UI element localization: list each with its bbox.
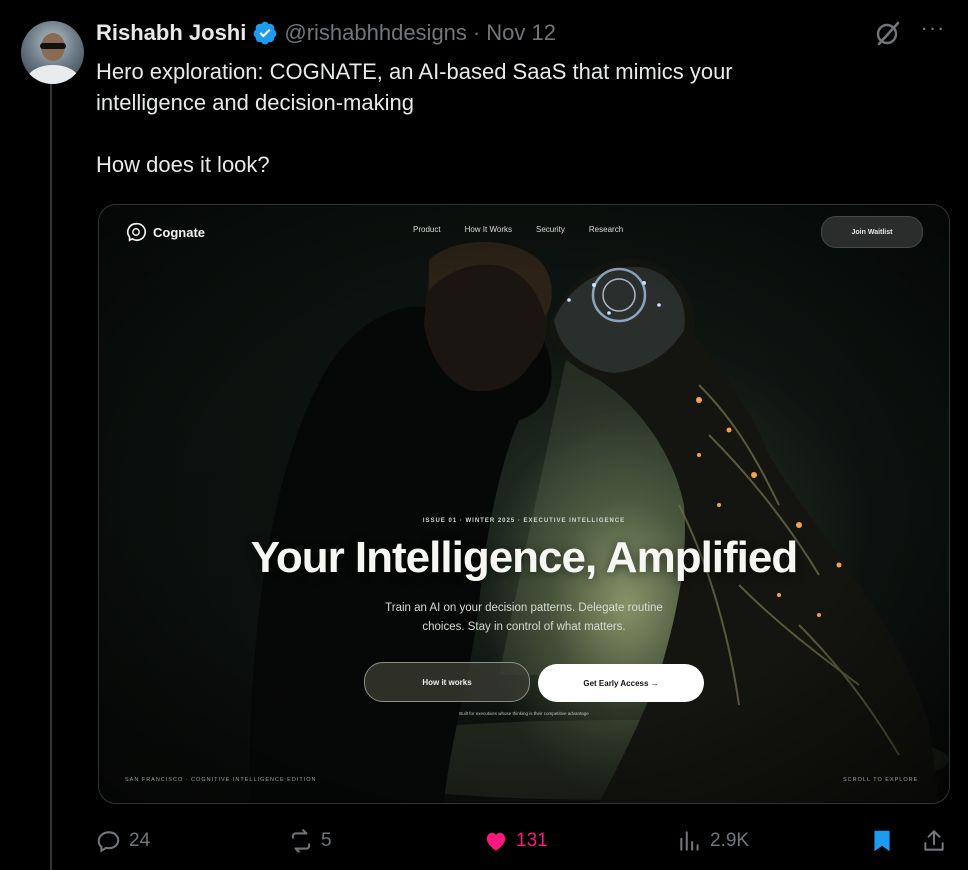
like-icon (486, 832, 506, 851)
footer-location: SAN FRANCISCO · COGNITIVE INTELLIGENCE E… (125, 777, 317, 783)
logo-mark-icon (127, 222, 147, 242)
site-nav-item-security[interactable]: Security (536, 225, 565, 234)
hero-subtitle-line: choices. Stay in control of what matters… (422, 621, 626, 633)
site-nav-item-research[interactable]: Research (589, 225, 623, 234)
site-nav-item-how-it-works[interactable]: How It Works (465, 225, 512, 234)
hero-title: Your Intelligence, Amplified (250, 533, 799, 582)
repost-button[interactable]: 5 (288, 828, 332, 854)
site-brand: Cognate (153, 224, 205, 240)
hero-subtitle: Train an AI on your decision patterns. D… (339, 599, 709, 637)
more-icon[interactable]: ··· (918, 17, 948, 44)
verified-badge-icon (253, 21, 277, 45)
media-image[interactable]: Cognate Product How It Works Security Re… (98, 204, 950, 804)
join-waitlist-button[interactable]: Join Waitlist (821, 216, 923, 248)
reply-icon (97, 831, 120, 853)
tagline: Built for executives whose thinking is t… (459, 711, 589, 716)
grok-icon[interactable] (873, 18, 903, 48)
like-button[interactable]: 131 (483, 828, 548, 854)
repost-count: 5 (321, 830, 332, 851)
hero-subtitle-line: Train an AI on your decision patterns. D… (385, 602, 663, 614)
views-count: 2.9K (710, 830, 750, 851)
site-logo[interactable]: Cognate (125, 221, 205, 243)
share-icon (924, 830, 944, 851)
bookmark-icon (874, 830, 890, 852)
handle[interactable]: @rishabhhdesigns (284, 20, 467, 46)
tweet-text-line: How does it look? (96, 152, 270, 177)
scroll-hint: SCROLL TO EXPLORE (843, 777, 919, 783)
site-nav-item-product[interactable]: Product (413, 225, 441, 234)
tweet-text: Hero exploration: COGNATE, an AI-based S… (96, 56, 896, 180)
get-early-access-button[interactable]: Get Early Access → (538, 664, 704, 702)
repost-icon (291, 829, 311, 853)
share-button[interactable] (921, 828, 947, 854)
tweet-text-line: intelligence and decision-making (96, 90, 414, 115)
tweet-header: Rishabh Joshi @rishabhhdesigns · Nov 12 (96, 16, 556, 50)
views-button[interactable]: 2.9K (677, 828, 749, 854)
reply-count: 24 (129, 830, 151, 851)
views-icon (680, 831, 699, 851)
avatar[interactable] (21, 21, 84, 84)
display-name[interactable]: Rishabh Joshi (96, 20, 246, 46)
how-it-works-button[interactable]: How it works (364, 662, 530, 702)
issue-line: ISSUE 01 · WINTER 2025 · EXECUTIVE INTEL… (422, 518, 626, 524)
bookmark-button[interactable] (869, 828, 895, 854)
like-count: 131 (516, 830, 548, 851)
post-date[interactable]: Nov 12 (486, 20, 556, 46)
thread-line (50, 82, 52, 870)
action-bar: 24 5 131 2.9K (0, 822, 968, 862)
site-nav: Product How It Works Security Research (413, 225, 623, 234)
reply-button[interactable]: 24 (96, 828, 150, 854)
tweet-text-line: Hero exploration: COGNATE, an AI-based S… (96, 59, 733, 84)
separator: · (472, 20, 481, 45)
